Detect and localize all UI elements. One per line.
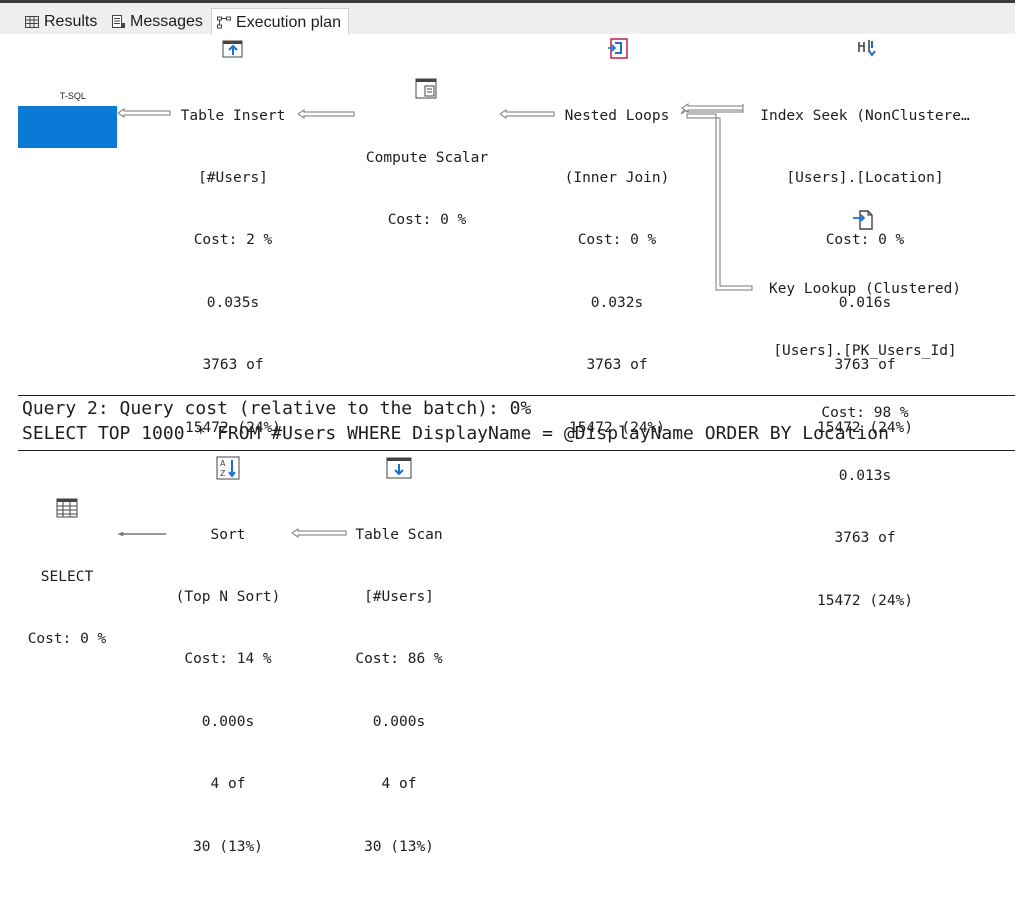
nested-loops-cost: Cost: 0 % (577, 232, 657, 249)
nested-loops-join: (Inner Join) (564, 169, 670, 186)
table-insert-object: [#Users] (198, 169, 268, 186)
tab-execution-plan-label: Execution plan (236, 13, 341, 31)
svg-text:A: A (220, 459, 226, 468)
select-op: SELECT (40, 568, 94, 585)
sort-time: 0.000s (201, 713, 255, 730)
nested-loops-time: 0.032s (590, 294, 644, 311)
insert-node[interactable]: INSERT Cost: 0 % (18, 106, 117, 186)
insert-cost: Cost: 0 % (28, 170, 107, 187)
insert-name: INSERT (18, 149, 71, 166)
compute-scalar-op: Compute Scalar (365, 149, 489, 166)
sort-type: (Top N Sort) (175, 588, 281, 605)
sort-estimate: 30 (13%) (193, 838, 263, 855)
table-insert-rows: 3763 of (202, 357, 264, 374)
table-scan-cost: Cost: 86 % (355, 651, 443, 668)
tab-messages-label: Messages (130, 13, 203, 30)
table-scan-object: [#Users] (364, 588, 434, 605)
execution-plan-canvas: T-SQL INSERT Cost: 0 % Table Insert [#Us… (0, 34, 1015, 855)
select-icon (56, 498, 78, 518)
query-separator-bottom (18, 450, 1015, 451)
flow-arrow (118, 108, 171, 118)
index-seek-op: Index Seek (NonClustere… (760, 107, 970, 124)
key-lookup-object: [Users].[PK_Users_Id] (773, 342, 957, 359)
tab-execution-plan[interactable]: Execution plan (211, 8, 349, 36)
select-cost: Cost: 0 % (27, 630, 107, 647)
key-lookup-time: 0.013s (838, 467, 892, 484)
sort-op: Sort (210, 526, 246, 543)
tab-results[interactable]: Results (20, 8, 102, 36)
execution-plan-icon (217, 16, 231, 28)
sort-rows: 4 of (210, 776, 246, 793)
table-insert-op: Table Insert (180, 107, 286, 124)
sort-icon: A Z (216, 456, 240, 480)
index-seek-icon (858, 40, 876, 57)
table-scan-icon (386, 457, 412, 479)
key-lookup-op: Key Lookup (Clustered) (768, 280, 962, 297)
table-scan-rows: 4 of (381, 776, 417, 793)
nested-loops-rows: 3763 of (586, 357, 648, 374)
key-lookup-estimate: 15472 (24%) (816, 592, 914, 609)
nested-loops-icon (608, 38, 628, 59)
table-insert-time: 0.035s (206, 294, 260, 311)
results-tab-bar: Results Messages Execution plan (0, 0, 1015, 36)
table-scan-op: Table Scan (355, 526, 443, 543)
table-insert-cost: Cost: 2 % (193, 232, 273, 249)
svg-text:Z: Z (220, 469, 226, 478)
query2-sql: SELECT TOP 1000 * FROM #Users WHERE Disp… (22, 423, 889, 444)
flow-arrow (298, 109, 355, 119)
messages-icon (112, 15, 125, 28)
sort-node[interactable]: Sort (Top N Sort) Cost: 14 % 0.000s 4 of… (160, 483, 296, 899)
tab-results-label: Results (44, 13, 98, 30)
table-insert-icon (222, 40, 243, 58)
tab-messages[interactable]: Messages (106, 8, 206, 36)
index-seek-object: [Users].[Location] (786, 169, 944, 186)
nested-loops-node[interactable]: Nested Loops (Inner Join) Cost: 0 % 0.03… (548, 64, 686, 480)
tsql-label: T-SQL (59, 91, 86, 101)
nested-loops-op: Nested Loops (564, 107, 670, 124)
select-node[interactable]: SELECT Cost: 0 % (14, 525, 120, 691)
compute-scalar-node[interactable]: Compute Scalar Cost: 0 % (352, 106, 502, 272)
query2-header: Query 2: Query cost (relative to the bat… (22, 398, 532, 419)
key-lookup-rows: 3763 of (834, 530, 896, 547)
key-lookup-icon (853, 210, 873, 230)
table-scan-node[interactable]: Table Scan [#Users] Cost: 86 % 0.000s 4 … (336, 483, 462, 899)
sort-cost: Cost: 14 % (184, 651, 272, 668)
grid-icon (25, 16, 39, 28)
compute-scalar-icon (415, 78, 437, 99)
table-scan-time: 0.000s (372, 713, 426, 730)
compute-scalar-cost: Cost: 0 % (387, 211, 467, 228)
table-scan-estimate: 30 (13%) (364, 838, 434, 855)
